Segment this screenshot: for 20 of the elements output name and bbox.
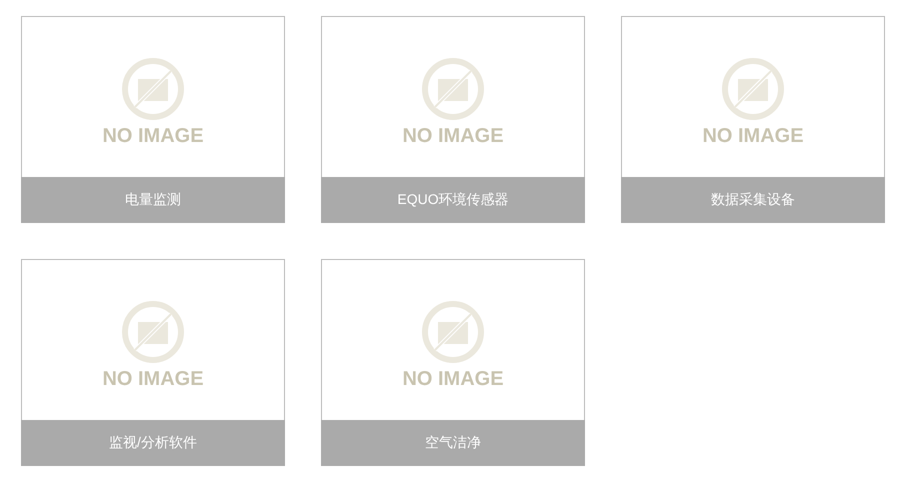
product-caption: 数据采集设备 bbox=[621, 177, 885, 223]
no-image-text: NO IMAGE bbox=[102, 368, 204, 390]
no-image-text: NO IMAGE bbox=[402, 368, 504, 390]
product-card[interactable]: NO IMAGE 监视/分析软件 bbox=[21, 259, 285, 466]
product-caption: EQUO环境传感器 bbox=[321, 177, 585, 223]
product-caption: 电量监测 bbox=[21, 177, 285, 223]
product-card[interactable]: NO IMAGE 数据采集设备 bbox=[621, 16, 885, 223]
product-card[interactable]: NO IMAGE 电量监测 bbox=[21, 16, 285, 223]
no-image-text: NO IMAGE bbox=[102, 124, 204, 148]
no-image-icon bbox=[421, 56, 485, 120]
product-caption: 空气洁净 bbox=[321, 420, 585, 466]
product-caption: 监视/分析软件 bbox=[21, 420, 285, 466]
product-card[interactable]: NO IMAGE EQUO环境传感器 bbox=[321, 16, 585, 223]
no-image-icon bbox=[421, 300, 485, 364]
no-image-icon bbox=[121, 56, 185, 120]
no-image-icon bbox=[721, 56, 785, 120]
no-image-icon bbox=[121, 300, 185, 364]
no-image-text: NO IMAGE bbox=[702, 124, 804, 148]
no-image-text: NO IMAGE bbox=[402, 124, 504, 148]
product-card[interactable]: NO IMAGE 空气洁净 bbox=[321, 259, 585, 466]
